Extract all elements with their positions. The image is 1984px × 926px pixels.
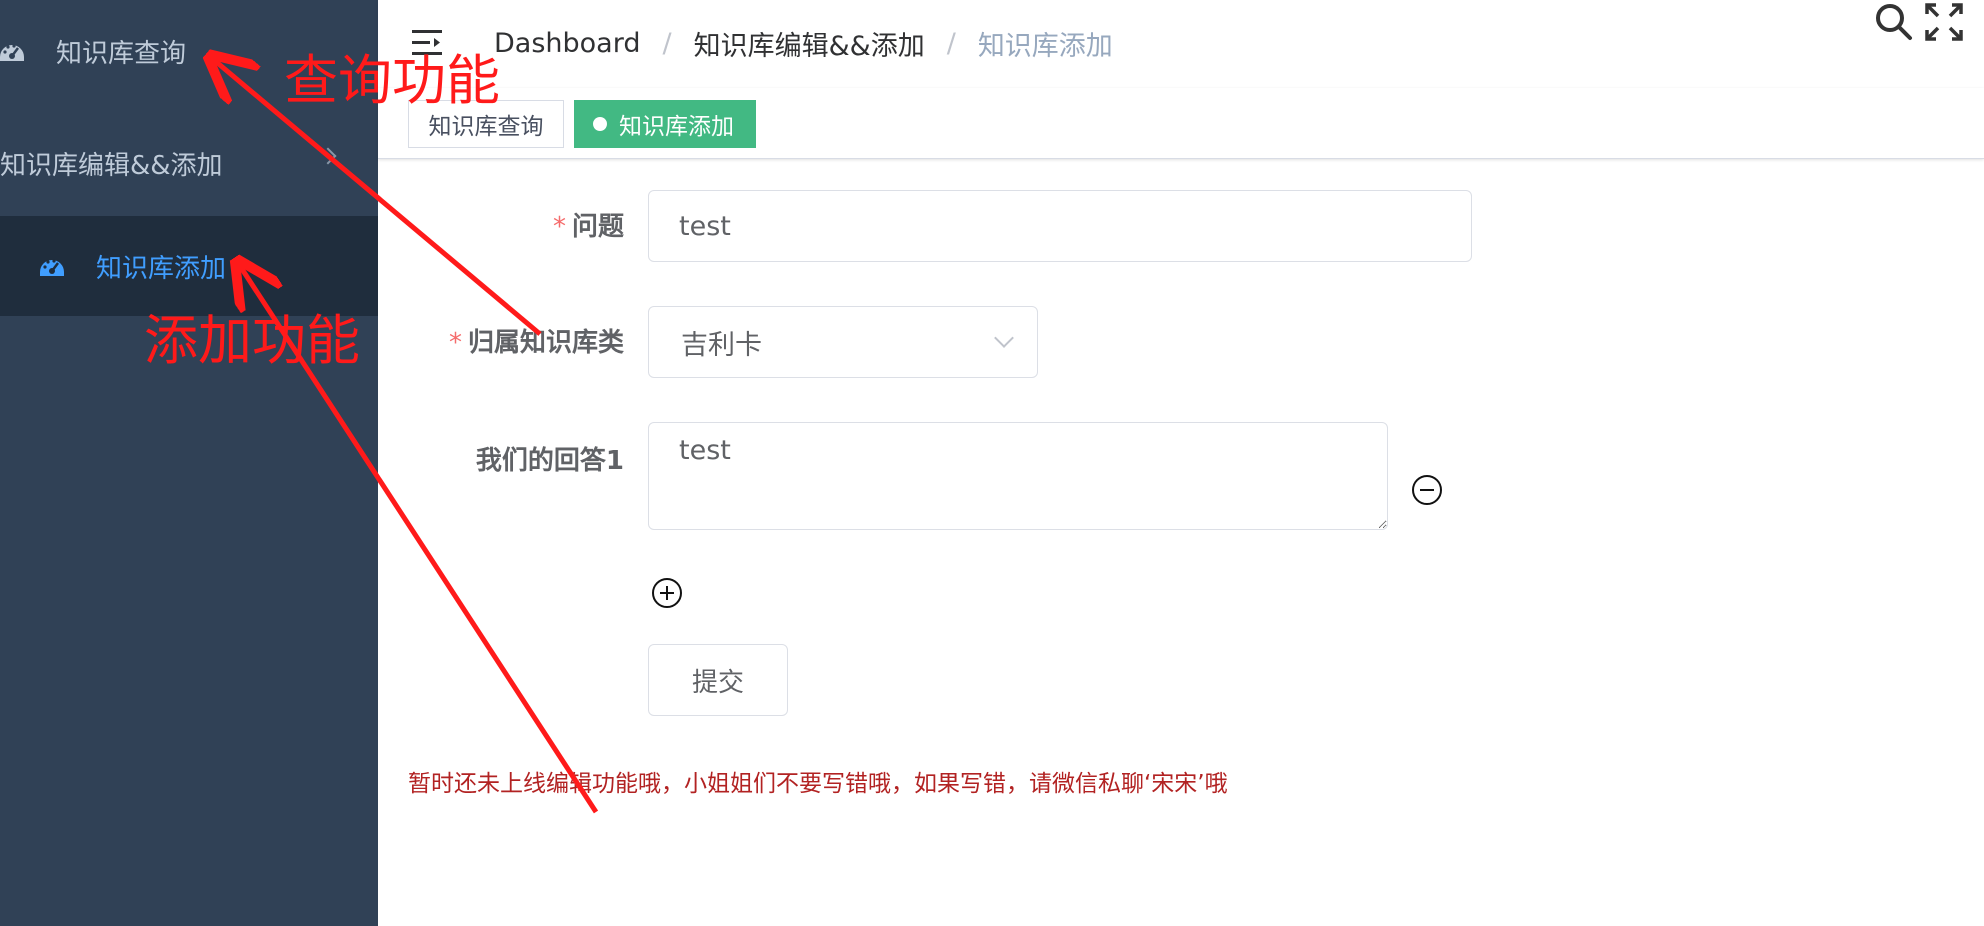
category-selected-value: 吉利卡 (681, 329, 762, 361)
breadcrumb-item-knowledge-edit-add[interactable]: 知识库编辑&&添加 (694, 24, 925, 63)
breadcrumb-item-current: 知识库添加 (977, 30, 1113, 62)
dashboard-icon (38, 252, 66, 280)
question-label-text: 问题 (571, 212, 624, 242)
remove-answer-button[interactable] (1412, 475, 1442, 505)
tags-view: 知识库查询 知识库添加 (378, 88, 1984, 159)
search-icon[interactable] (1874, 2, 1914, 42)
annotation-add-feature: 添加功能 (144, 309, 360, 372)
answer-textarea[interactable]: test (648, 422, 1388, 530)
category-label-text: 归属知识库类 (467, 328, 624, 358)
question-input[interactable] (648, 190, 1472, 262)
fullscreen-icon[interactable] (1924, 2, 1964, 42)
required-mark: * (448, 328, 462, 358)
question-label: * 问题 (384, 206, 624, 243)
category-label: * 归属知识库类 (384, 322, 624, 359)
answer-label: 我们的回答1 (384, 440, 624, 477)
sidebar-item-label: 知识库查询 (56, 38, 187, 69)
sidebar-submenu-knowledge-edit-add[interactable]: 知识库编辑&&添加 (0, 112, 378, 214)
category-select[interactable]: 吉利卡 (648, 306, 1038, 378)
sidebar: 知识库查询 知识库编辑&&添加 知识库添加 (0, 0, 378, 926)
breadcrumb-item-dashboard[interactable]: Dashboard (494, 28, 640, 59)
breadcrumb: Dashboard / 知识库编辑&&添加 / 知识库添加 (494, 22, 1113, 64)
breadcrumb-separator: / (662, 27, 672, 59)
annotation-query-feature: 查询功能 (284, 49, 500, 112)
sidebar-item-label: 知识库添加 (96, 253, 227, 284)
plus-icon-v (666, 586, 668, 600)
submit-button[interactable]: 提交 (648, 644, 788, 716)
navbar: Dashboard / 知识库编辑&&添加 / 知识库添加 (378, 0, 1984, 88)
tag-label: 知识库添加 (619, 114, 734, 140)
sidebar-item-label: 知识库编辑&&添加 (0, 150, 223, 181)
notice-text: 暂时还未上线编辑功能哦，小姐姐们不要写错哦，如果写错，请微信私聊‘宋宋’哦 (408, 771, 1228, 797)
minus-icon (1420, 489, 1434, 491)
add-answer-button[interactable] (652, 578, 682, 608)
dashboard-icon (0, 37, 26, 65)
answer-label-text: 我们的回答1 (475, 446, 624, 476)
chevron-down-icon (994, 328, 1014, 348)
chevron-right-icon (319, 147, 337, 165)
breadcrumb-separator: / (946, 27, 956, 59)
active-dot-icon (593, 117, 607, 131)
app: 知识库查询 知识库编辑&&添加 知识库添加 Dashboard / 知识库编辑&… (0, 0, 1984, 926)
required-mark: * (552, 212, 566, 242)
tag-knowledge-add[interactable]: 知识库添加 (574, 100, 756, 148)
